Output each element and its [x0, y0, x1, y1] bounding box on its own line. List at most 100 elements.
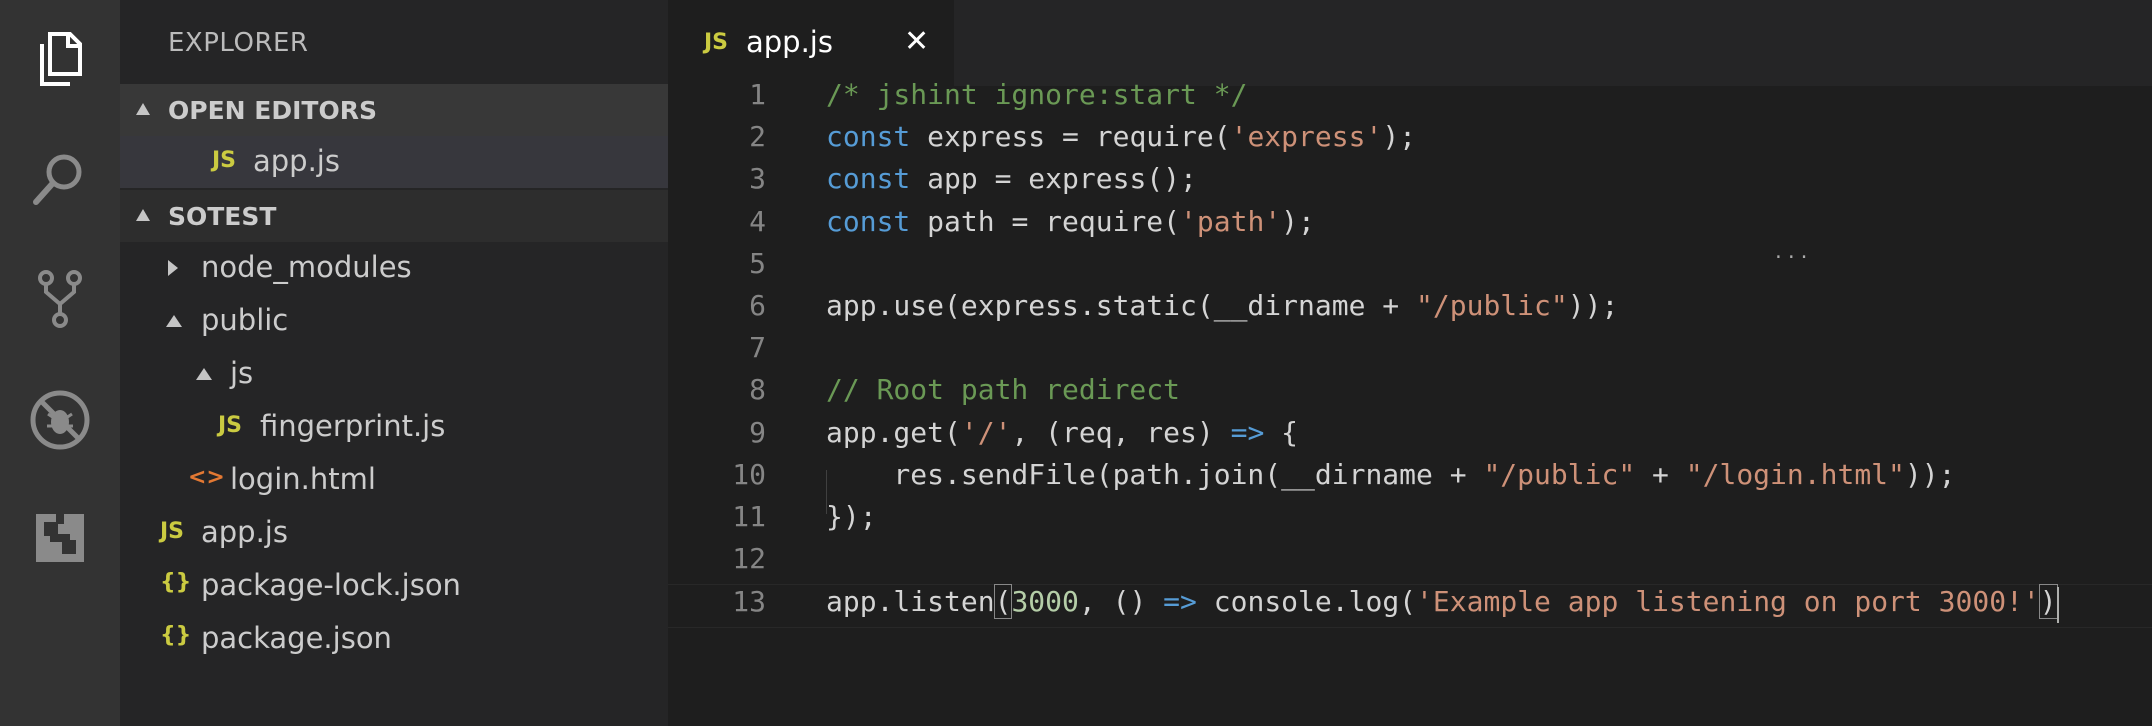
code-line[interactable]: 7 [668, 331, 2152, 373]
open-editor-item-app-js[interactable]: JS app.js [120, 136, 668, 188]
code-token: console.log( [1196, 585, 1417, 619]
source-control-icon[interactable] [24, 262, 96, 334]
json-file-icon: {} [160, 623, 192, 648]
chevron-down-icon [196, 368, 212, 380]
code-line[interactable]: 8 // Root path redirect [668, 373, 2152, 415]
code-line[interactable]: 4 const path = require('path'); [668, 205, 2152, 247]
code-token: const [826, 120, 911, 154]
code-token: /* jshint ignore:start */ [826, 78, 1248, 111]
file-label: app.js [201, 515, 288, 549]
tree-item-login-html[interactable]: <> login.html [120, 454, 668, 506]
tab-bar: JS app.js ✕ [668, 0, 2152, 86]
code-token: ) [2038, 584, 2058, 620]
code-text: // Root path redirect [826, 373, 1180, 406]
tree-item-js[interactable]: js [120, 348, 668, 400]
open-editors-header[interactable]: OPEN EDITORS [120, 84, 668, 136]
file-label: package-lock.json [201, 568, 461, 602]
line-number: 1 [749, 78, 766, 111]
code-token: app.listen [826, 585, 995, 619]
tree-item-package-lock-json[interactable]: {} package-lock.json [120, 560, 668, 612]
indent-guide [826, 470, 827, 514]
code-token: => [1163, 585, 1197, 619]
code-line[interactable]: 1 /* jshint ignore:start */ [668, 78, 2152, 120]
code-line[interactable]: 12 [668, 542, 2152, 584]
code-text: const path = require('path'); [826, 205, 1315, 238]
extensions-icon[interactable] [24, 502, 96, 574]
code-token: '/' [960, 415, 1012, 449]
tree-item-public[interactable]: public [120, 295, 668, 347]
line-number: 10 [732, 457, 766, 491]
file-label: package.json [201, 621, 392, 655]
code-token: , (req, res) [1011, 415, 1231, 449]
line-number: 6 [749, 289, 766, 322]
code-token: 'path' [1180, 204, 1282, 238]
code-text: /* jshint ignore:start */ [826, 78, 1247, 111]
code-token: 'express' [1230, 120, 1383, 154]
text-cursor [2056, 587, 2059, 624]
folder-label: node_modules [201, 250, 412, 284]
code-editor[interactable]: 1 /* jshint ignore:start */ 2 const express… [668, 78, 2152, 726]
code-text: app.listen(3000, () => console.log('Exam… [826, 584, 2058, 620]
tree-item-app-js[interactable]: JS app.js [120, 507, 668, 559]
close-icon[interactable]: ✕ [904, 24, 929, 59]
js-file-icon: JS [212, 148, 237, 173]
code-token: + [1635, 457, 1686, 491]
folder-label: public [201, 303, 289, 337]
code-line[interactable]: 2 const express = require('express'); [668, 120, 2152, 162]
code-token: ( [993, 584, 1013, 620]
line-number: 4 [749, 204, 766, 238]
tree-item-package-json[interactable]: {} package.json [120, 613, 668, 665]
file-label: login.html [230, 462, 376, 496]
explorer-icon[interactable] [24, 24, 96, 96]
code-line[interactable]: 6 app.use(express.static(__dirname + "/pu… [668, 289, 2152, 331]
code-token: const [826, 204, 911, 238]
debug-icon[interactable] [24, 384, 96, 456]
code-text: app.use(express.static(__dirname + "/pub… [826, 289, 1618, 322]
code-line[interactable]: 9 app.get('/', (req, res) => { [668, 416, 2152, 458]
js-file-icon: JS [160, 519, 185, 544]
section-label: OPEN EDITORS [168, 96, 377, 125]
json-file-icon: {} [160, 570, 192, 595]
code-token: "/login.html" [1685, 457, 1905, 491]
code-token: ); [1281, 204, 1315, 238]
code-token: path = require( [910, 204, 1181, 238]
line-number: 7 [749, 331, 766, 365]
code-line[interactable]: 5 [668, 247, 2152, 289]
code-token: , () [1078, 585, 1164, 619]
code-line[interactable]: 11}); [668, 500, 2152, 542]
hint-squiggle: ··· [1773, 247, 1812, 268]
collapse-icon [136, 209, 150, 221]
code-token: app = express(); [910, 162, 1197, 196]
code-line[interactable]: 10 res.sendFile(path.join(__dirname + "/… [668, 458, 2152, 500]
code-token: const [826, 162, 911, 196]
code-line[interactable]: 13 app.listen(3000, () => console.log('Ex… [668, 584, 2152, 629]
code-text: }); [826, 500, 877, 533]
project-header[interactable]: SOTEST [120, 190, 668, 242]
chevron-down-icon [166, 315, 182, 327]
line-number: 8 [749, 373, 766, 407]
search-icon[interactable] [24, 142, 96, 214]
code-token: express = require( [910, 120, 1231, 154]
file-label: app.js [253, 144, 340, 178]
js-file-icon: JS [704, 30, 729, 55]
tree-item-fingerprint-js[interactable]: JS fingerprint.js [120, 401, 668, 453]
section-label: SOTEST [168, 202, 277, 231]
line-number: 3 [749, 162, 766, 196]
line-number: 13 [732, 585, 766, 619]
code-token: )); [1567, 289, 1619, 322]
collapse-icon [136, 103, 150, 115]
folder-label: js [230, 356, 254, 390]
line-number: 12 [732, 542, 766, 576]
code-token: => [1230, 415, 1265, 449]
tree-item-node-modules[interactable]: node_modules [120, 242, 668, 294]
code-text: app.get('/', (req, res) => { [826, 416, 1298, 449]
code-token: // Root path redirect [826, 373, 1181, 407]
html-file-icon: <> [188, 465, 225, 490]
tab-app-js[interactable]: JS app.js ✕ [668, 0, 954, 86]
line-number: 9 [749, 415, 766, 449]
js-file-icon: JS [218, 413, 243, 438]
line-number: 2 [749, 120, 766, 154]
code-line[interactable]: 3 const app = express(); [668, 162, 2152, 204]
explorer-sidebar: EXPLORER OPEN EDITORS JS app.js SOTEST n… [120, 0, 668, 726]
line-number: 5 [749, 246, 766, 280]
